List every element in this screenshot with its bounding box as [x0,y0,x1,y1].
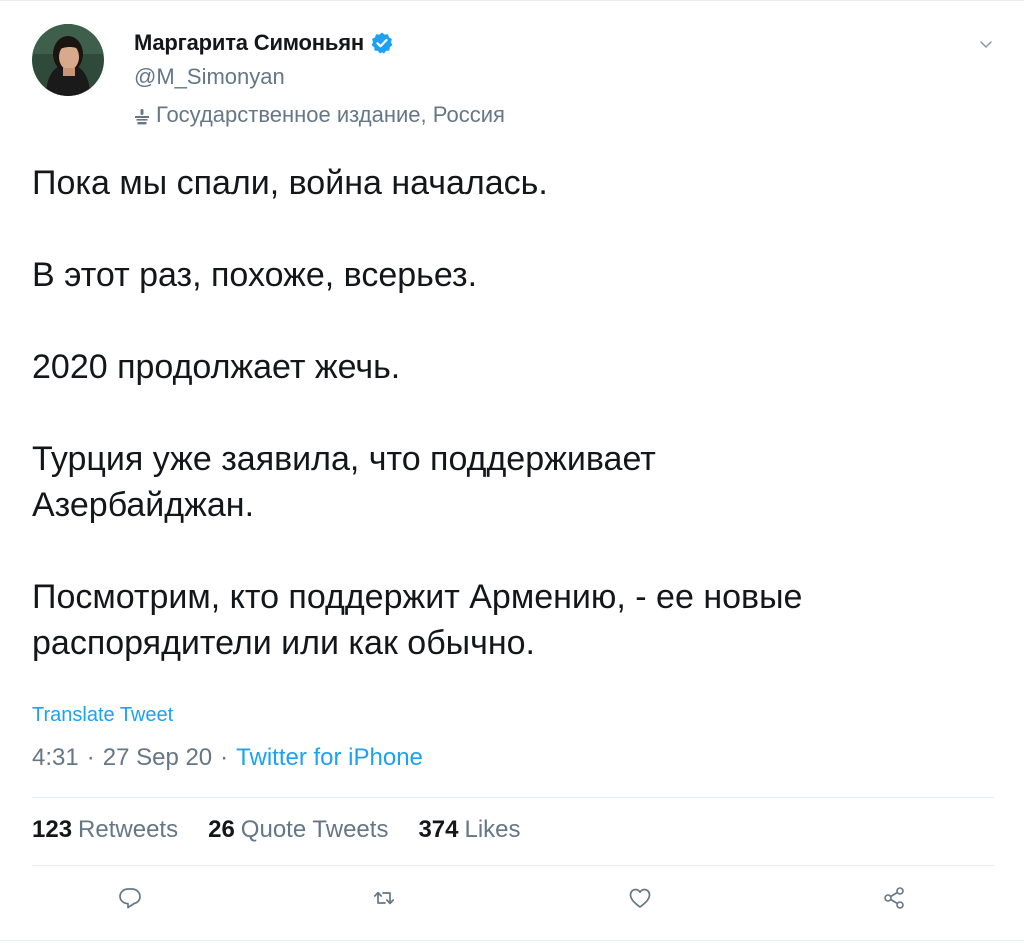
retweets-count: 123 [32,816,73,843]
translate-tweet-link[interactable]: Translate Tweet [32,704,173,727]
retweets-stat[interactable]: 123 Retweets [32,816,178,844]
heart-icon[interactable] [626,884,654,912]
quote-tweets-label: Quote Tweets [240,816,389,843]
author-handle[interactable]: @M_Simonyan [134,64,285,90]
state-media-label-text: Государственное издание, Россия [156,102,505,127]
tweet-stats: 123 Retweets 26 Quote Tweets 374 Likes [32,816,551,844]
tweet-paragraph: Пока мы спали, война началась. [32,164,548,202]
tweet-meta: 4:31 · 27 Sep 20 · Twitter for iPhone [32,744,423,772]
tweet-time[interactable]: 4:31 [32,744,79,772]
retweet-icon[interactable] [370,884,398,912]
likes-count: 374 [418,816,459,843]
meta-separator: · [86,744,95,771]
retweets-label: Retweets [78,816,179,843]
tweet-source-link[interactable]: Twitter for iPhone [236,744,423,772]
author-display-name[interactable]: Маргарита Симоньян [134,30,364,56]
share-icon[interactable] [880,884,908,912]
top-border [0,0,1024,1]
reply-icon[interactable] [116,884,144,912]
tweet-text: Пока мы спали, война началась. В этот ра… [32,160,982,666]
tweet-paragraph: Посмотрим, кто поддержит Армению, - ее н… [32,578,803,662]
tweet-paragraph: В этот раз, похоже, всерьез. [32,256,478,294]
likes-stat[interactable]: 374 Likes [418,816,520,844]
verified-badge-icon [370,31,394,55]
chevron-down-icon[interactable] [978,36,994,52]
avatar[interactable] [32,24,104,96]
divider [32,797,994,798]
podium-icon [134,106,150,125]
quote-tweets-stat[interactable]: 26 Quote Tweets [208,816,388,844]
avatar-portrait [32,24,104,96]
quote-tweets-count: 26 [208,816,235,843]
tweet-paragraph: 2020 продолжает жечь. [32,348,401,386]
state-media-label[interactable]: Государственное издание, Россия [134,102,505,128]
divider [32,865,994,866]
meta-separator: · [220,744,229,771]
next-item-peek [0,940,1024,951]
tweet-paragraph: Турция уже заявила, что поддерживает Азе… [32,440,656,524]
tweet-date[interactable]: 27 Sep 20 [103,744,212,772]
author-name-row: Маргарита Симоньян [134,26,394,60]
likes-label: Likes [464,816,521,843]
tweet-actions [0,878,1024,918]
